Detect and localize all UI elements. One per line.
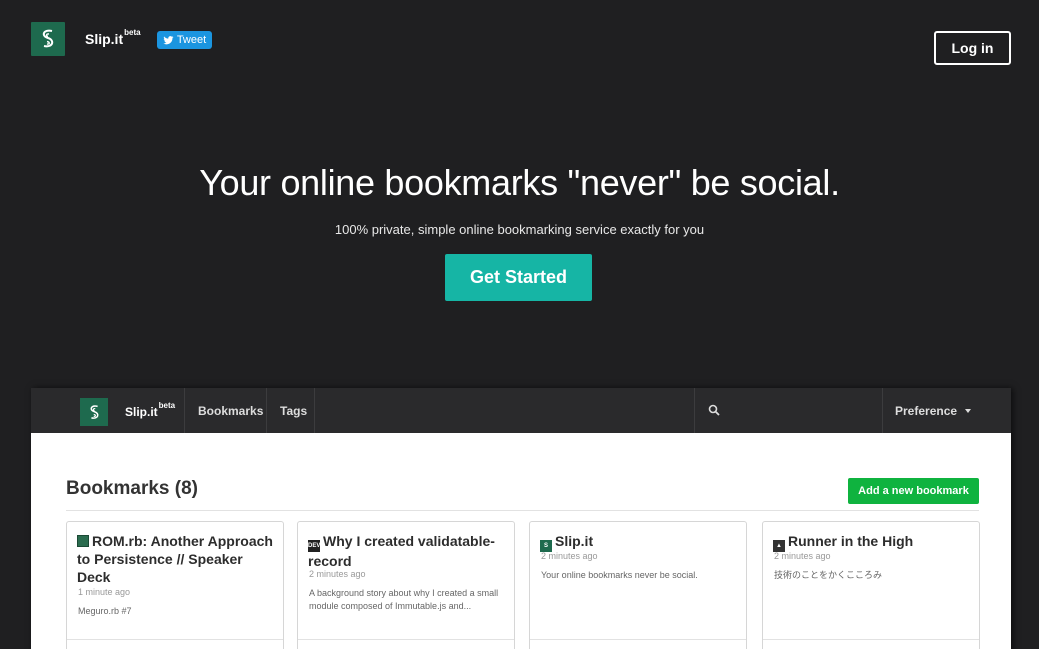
brand-name[interactable]: Slip.itbeta (85, 28, 141, 47)
nav-divider (694, 388, 695, 433)
bookmark-title: ROM.rb: Another Approach to Persistence … (77, 533, 273, 585)
nav-divider (882, 388, 883, 433)
bookmark-title: DEV Why I created validatable-record (308, 533, 495, 569)
bookmark-card: ROM.rb: Another Approach to Persistence … (66, 521, 284, 649)
bookmark-description: Meguro.rb #7 (78, 606, 132, 616)
bookmark-description: 技術のことをかくこころみ (774, 570, 883, 580)
app-preview-screenshot: Slip.itbeta Bookmarks Tags Preference Bo… (31, 388, 1011, 649)
nav-item-tags: Tags (280, 404, 308, 418)
bookmark-time: 2 minutes ago (541, 551, 598, 561)
top-navbar: Slip.itbeta Tweet Log in (0, 0, 1039, 80)
card-footer-divider (763, 639, 979, 640)
bookmark-time: 1 minute ago (78, 587, 131, 597)
get-started-button[interactable]: Get Started (445, 254, 592, 301)
card-footer-divider (530, 639, 746, 640)
heading-divider (66, 510, 979, 511)
preview-navbar: Slip.itbeta Bookmarks Tags Preference (31, 388, 1011, 433)
add-bookmark-button: Add a new bookmark (848, 478, 979, 504)
twitter-bird-icon (163, 35, 174, 44)
preview-logo-icon (80, 398, 108, 426)
tweet-button[interactable]: Tweet (157, 31, 212, 49)
slipit-logo-icon[interactable] (31, 22, 65, 56)
bookmark-description: Your online bookmarks never be social. (541, 570, 698, 580)
bookmark-title: S Slip.it (540, 532, 740, 552)
bookmarks-heading: Bookmarks (8) (66, 478, 198, 499)
nav-divider (266, 388, 267, 433)
bookmark-time: 2 minutes ago (774, 551, 831, 561)
nav-divider (184, 388, 185, 433)
hero-subtitle: 100% private, simple online bookmarking … (334, 222, 705, 237)
hero-title: Your online bookmarks "never" be social. (199, 162, 840, 203)
preview-brand: Slip.itbeta (125, 401, 176, 419)
card-footer-divider (298, 639, 514, 640)
bookmark-description: A background story about why I created a… (309, 588, 499, 611)
bookmark-card: S Slip.it 2 minutes ago Your online bookm… (529, 521, 747, 649)
preference-dropdown: Preference (895, 404, 972, 418)
tweet-label: Tweet (176, 34, 207, 46)
bookmark-card: DEV Why I created validatable-record 2 mi… (297, 521, 515, 649)
card-footer-divider (67, 639, 283, 640)
dev-icon: DEV (308, 540, 320, 552)
slides-icon (77, 535, 89, 547)
preview-beta-badge: beta (158, 401, 176, 410)
search-icon (708, 404, 720, 416)
nav-item-bookmarks: Bookmarks (198, 404, 264, 418)
bookmark-time: 2 minutes ago (309, 569, 366, 579)
bookmark-card: ▲ Runner in the High 2 minutes ago 技術のことを… (762, 521, 980, 649)
login-button[interactable]: Log in (934, 31, 1011, 65)
beta-badge: beta (124, 28, 141, 38)
preference-label: Preference (895, 404, 958, 418)
bookmark-title: ▲ Runner in the High (773, 532, 973, 552)
nav-divider (314, 388, 315, 433)
caret-down-icon (965, 409, 972, 413)
